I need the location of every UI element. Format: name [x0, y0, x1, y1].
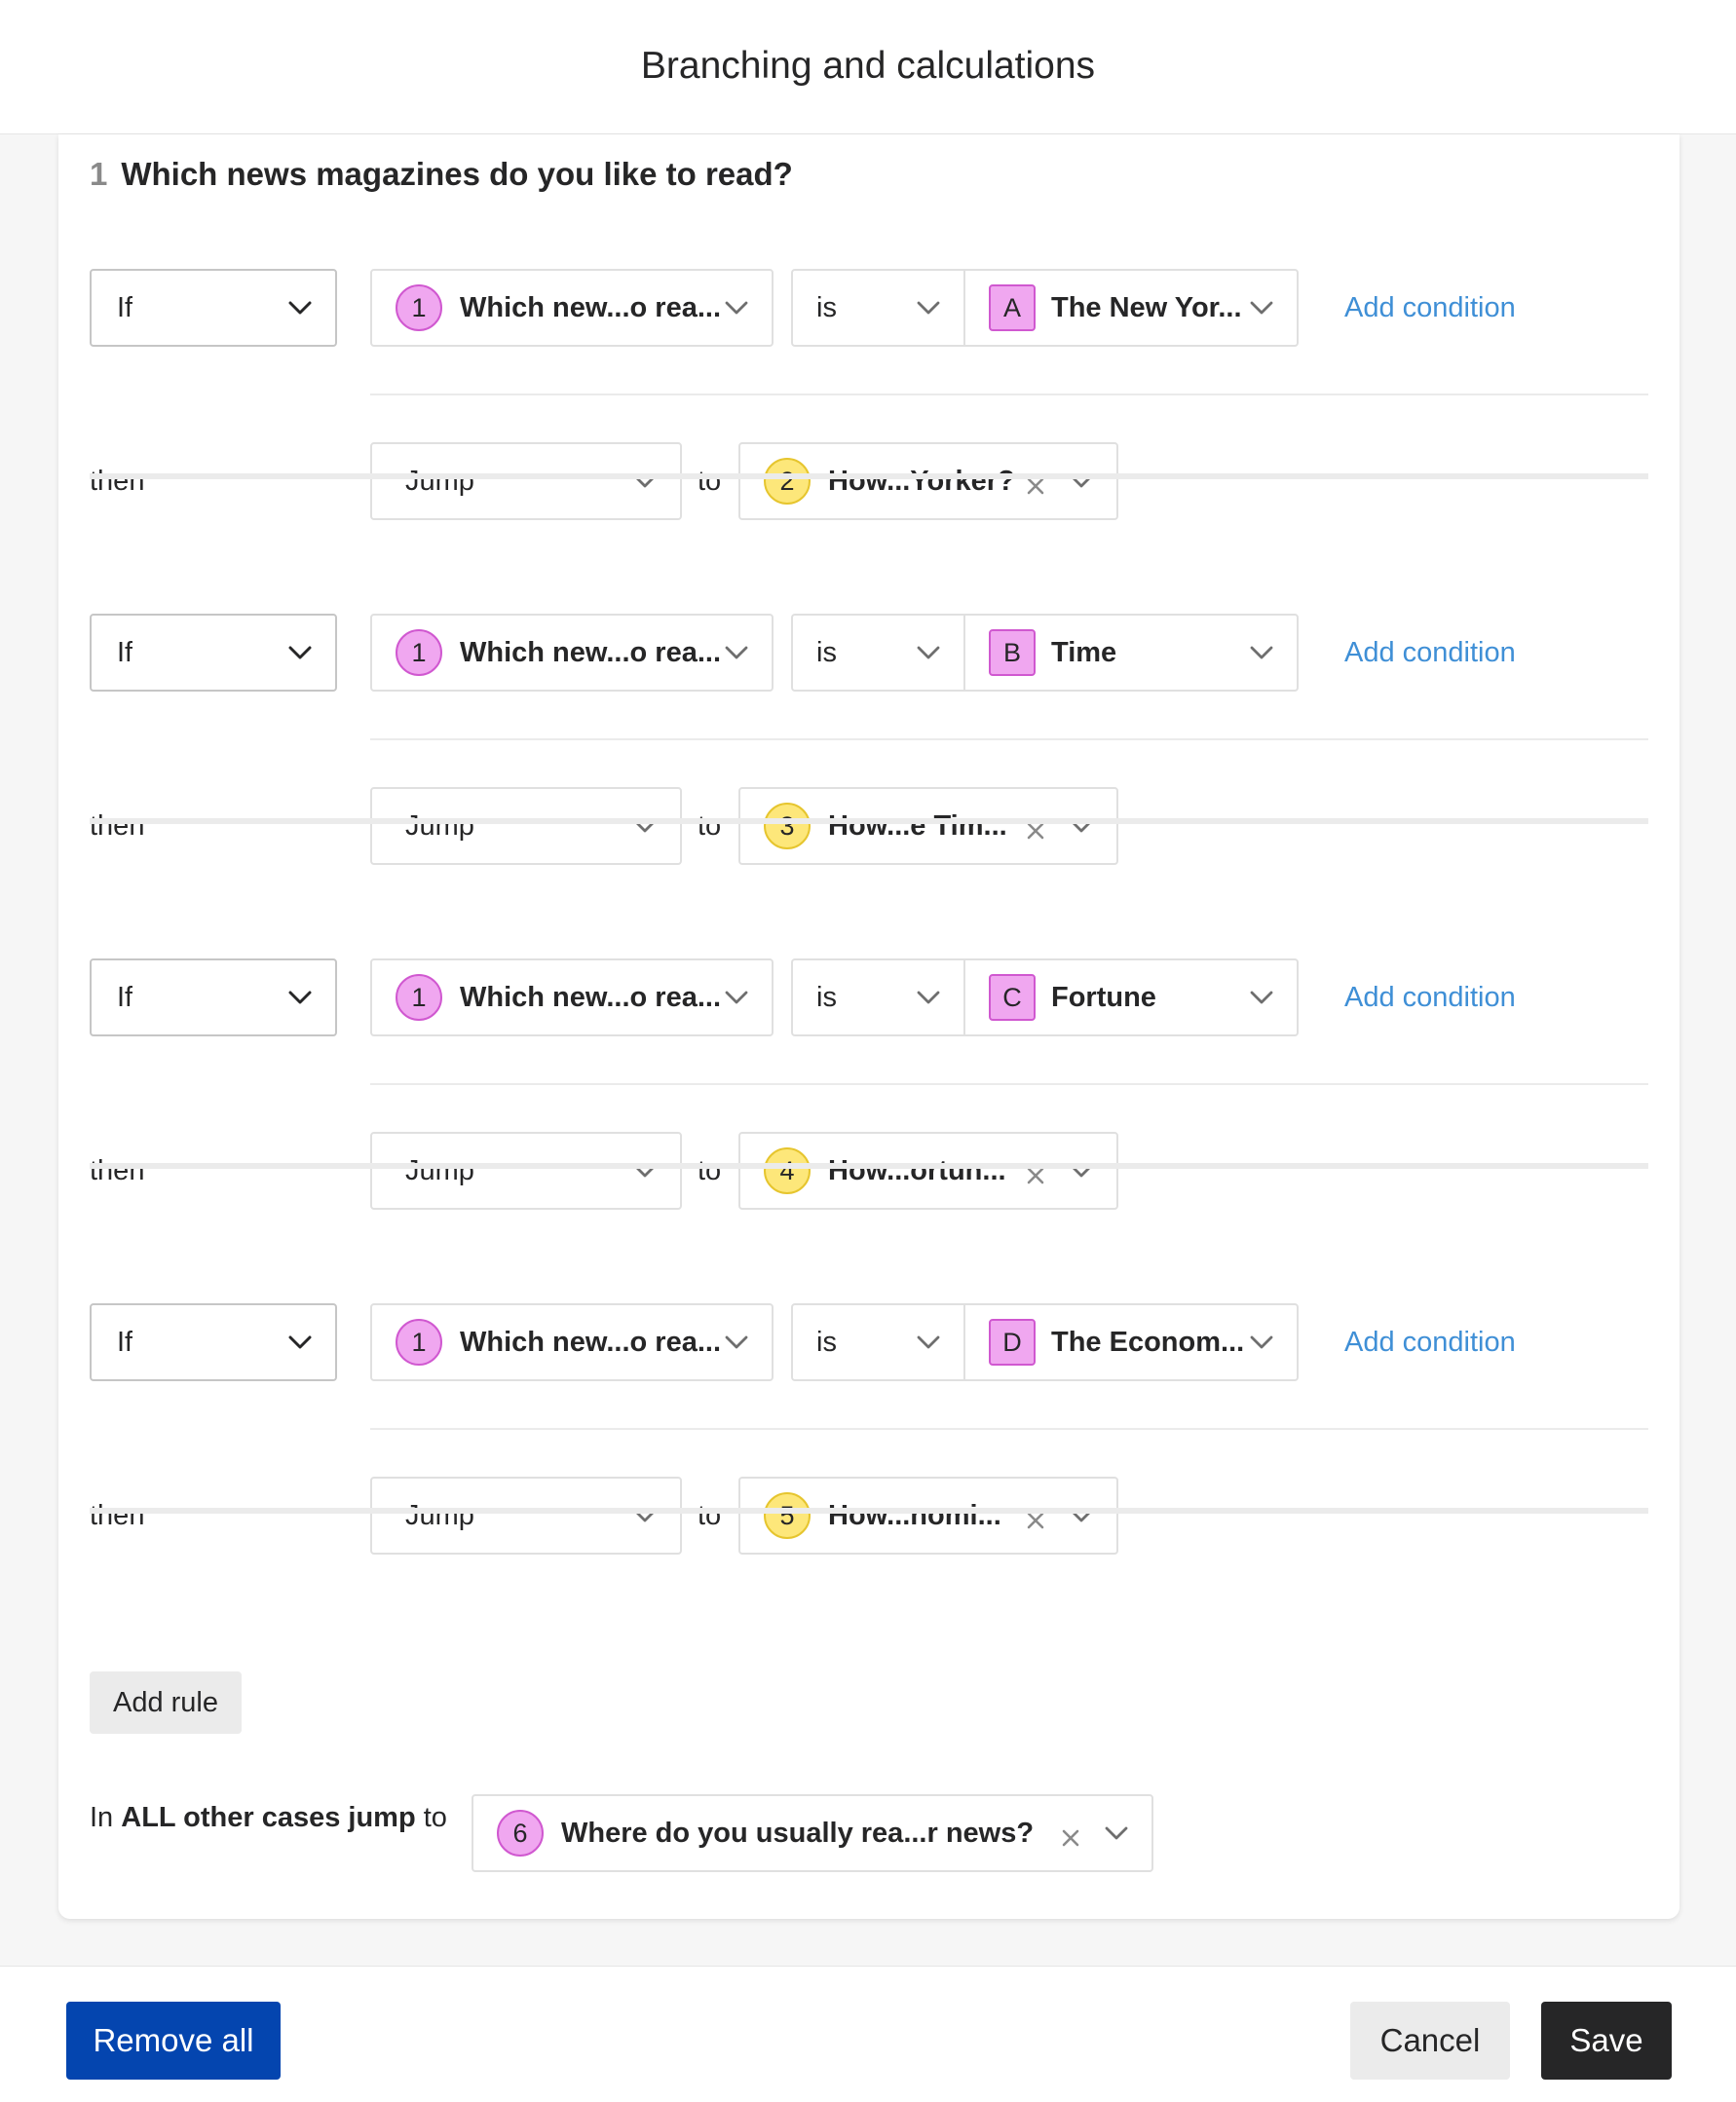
chevron-down-icon	[725, 1333, 748, 1352]
chevron-down-icon	[917, 988, 940, 1007]
operator-text: is	[816, 1326, 837, 1358]
action-dropdown[interactable]: Jump	[370, 1477, 682, 1555]
rule: If 1 Which new...o rea... is C Fortune A…	[90, 824, 1648, 1210]
rule-divider	[370, 1083, 1648, 1085]
chevron-down-icon	[725, 298, 748, 318]
value-dropdown[interactable]: A The New Yor...	[963, 269, 1299, 347]
operator-text: is	[816, 981, 837, 1013]
rule: If 1 Which new...o rea... is A The New Y…	[90, 134, 1648, 520]
chevron-down-icon	[288, 988, 312, 1007]
rule-separator	[90, 1508, 1648, 1514]
value-dropdown[interactable]: C Fortune	[963, 958, 1299, 1036]
chevron-down-icon	[1250, 643, 1273, 662]
question-field-dropdown[interactable]: 1 Which new...o rea...	[370, 614, 774, 692]
if-label: If	[117, 981, 133, 1013]
operator-text: is	[816, 291, 837, 323]
question-number-badge: 1	[396, 629, 442, 676]
jump-target-text: How...nomi...	[828, 1499, 1001, 1531]
chevron-down-icon	[917, 643, 940, 662]
question-number-badge: 6	[497, 1810, 544, 1857]
clear-icon[interactable]	[1060, 1824, 1081, 1847]
action-text: Jump	[405, 1499, 474, 1531]
if-dropdown[interactable]: If	[90, 1303, 337, 1381]
fallback-target-text: Where do you usually rea...r news?	[561, 1817, 1035, 1849]
add-condition-link[interactable]: Add condition	[1344, 637, 1516, 669]
question-field-text: Which new...o rea...	[460, 291, 722, 323]
question-number-badge: 5	[764, 1492, 811, 1539]
chevron-down-icon	[1250, 1333, 1273, 1352]
remove-all-button[interactable]: Remove all	[66, 2002, 281, 2080]
fallback-bold: ALL other cases jump	[121, 1802, 416, 1833]
chevron-down-icon	[288, 1333, 312, 1352]
cancel-button[interactable]: Cancel	[1350, 2002, 1510, 2080]
question-field-dropdown[interactable]: 1 Which new...o rea...	[370, 269, 774, 347]
add-condition-link[interactable]: Add condition	[1344, 1327, 1516, 1359]
value-text: The Econom...	[1051, 1326, 1245, 1358]
question-number-badge: 1	[396, 974, 442, 1021]
operator-dropdown[interactable]: is	[791, 958, 964, 1036]
add-rule-button[interactable]: Add rule	[90, 1671, 242, 1734]
add-condition-link[interactable]: Add condition	[1344, 292, 1516, 324]
modal-header: Branching and calculations	[0, 0, 1736, 134]
rule-divider	[370, 1428, 1648, 1430]
modal-title: Branching and calculations	[640, 45, 1096, 87]
question-field-text: Which new...o rea...	[460, 1326, 722, 1358]
if-label: If	[117, 636, 133, 668]
if-dropdown[interactable]: If	[90, 269, 337, 347]
save-button[interactable]: Save	[1541, 2002, 1672, 2080]
chevron-down-icon	[1250, 988, 1273, 1007]
question-field-dropdown[interactable]: 1 Which new...o rea...	[370, 1303, 774, 1381]
operator-dropdown[interactable]: is	[791, 269, 964, 347]
if-label: If	[117, 291, 133, 323]
chevron-down-icon	[288, 298, 312, 318]
value-text: Time	[1051, 636, 1117, 668]
modal-footer: Remove all Cancel Save	[0, 1966, 1736, 2102]
choice-letter-badge: A	[989, 284, 1036, 331]
chevron-down-icon	[725, 643, 748, 662]
choice-letter-badge: B	[989, 629, 1036, 676]
choice-letter-badge: D	[989, 1319, 1036, 1366]
value-dropdown[interactable]: B Time	[963, 614, 1299, 692]
logic-card: 1 Which news magazines do you like to rea…	[58, 134, 1679, 1919]
rule: If 1 Which new...o rea... is D The Econo…	[90, 1169, 1648, 1555]
question-number-badge: 1	[396, 284, 442, 331]
if-dropdown[interactable]: If	[90, 958, 337, 1036]
rule-divider	[370, 394, 1648, 395]
chevron-down-icon	[917, 298, 940, 318]
fallback-prefix: In	[90, 1802, 122, 1833]
operator-dropdown[interactable]: is	[791, 614, 964, 692]
fallback-suffix: to	[415, 1802, 447, 1833]
chevron-down-icon	[1250, 298, 1273, 318]
chevron-down-icon	[288, 643, 312, 662]
fallback-target-dropdown[interactable]: 6 Where do you usually rea...r news?	[472, 1794, 1153, 1872]
question-field-text: Which new...o rea...	[460, 636, 722, 668]
rule: If 1 Which new...o rea... is B Time Add …	[90, 479, 1648, 865]
chevron-down-icon	[1105, 1823, 1128, 1843]
question-number-badge: 1	[396, 1319, 442, 1366]
operator-text: is	[816, 636, 837, 668]
jump-target-dropdown[interactable]: 5 How...nomi...	[738, 1477, 1118, 1555]
rule-divider	[370, 738, 1648, 740]
to-label: to	[698, 1500, 722, 1531]
value-text: Fortune	[1051, 981, 1156, 1013]
chevron-down-icon	[725, 988, 748, 1007]
then-label: then	[90, 1500, 145, 1531]
value-dropdown[interactable]: D The Econom...	[963, 1303, 1299, 1381]
if-dropdown[interactable]: If	[90, 614, 337, 692]
operator-dropdown[interactable]: is	[791, 1303, 964, 1381]
question-field-dropdown[interactable]: 1 Which new...o rea...	[370, 958, 774, 1036]
chevron-down-icon	[917, 1333, 940, 1352]
value-text: The New Yor...	[1051, 291, 1242, 323]
question-field-text: Which new...o rea...	[460, 981, 722, 1013]
if-label: If	[117, 1326, 133, 1358]
add-condition-link[interactable]: Add condition	[1344, 982, 1516, 1014]
choice-letter-badge: C	[989, 974, 1036, 1021]
fallback-label: In ALL other cases jump to	[90, 1802, 447, 1834]
